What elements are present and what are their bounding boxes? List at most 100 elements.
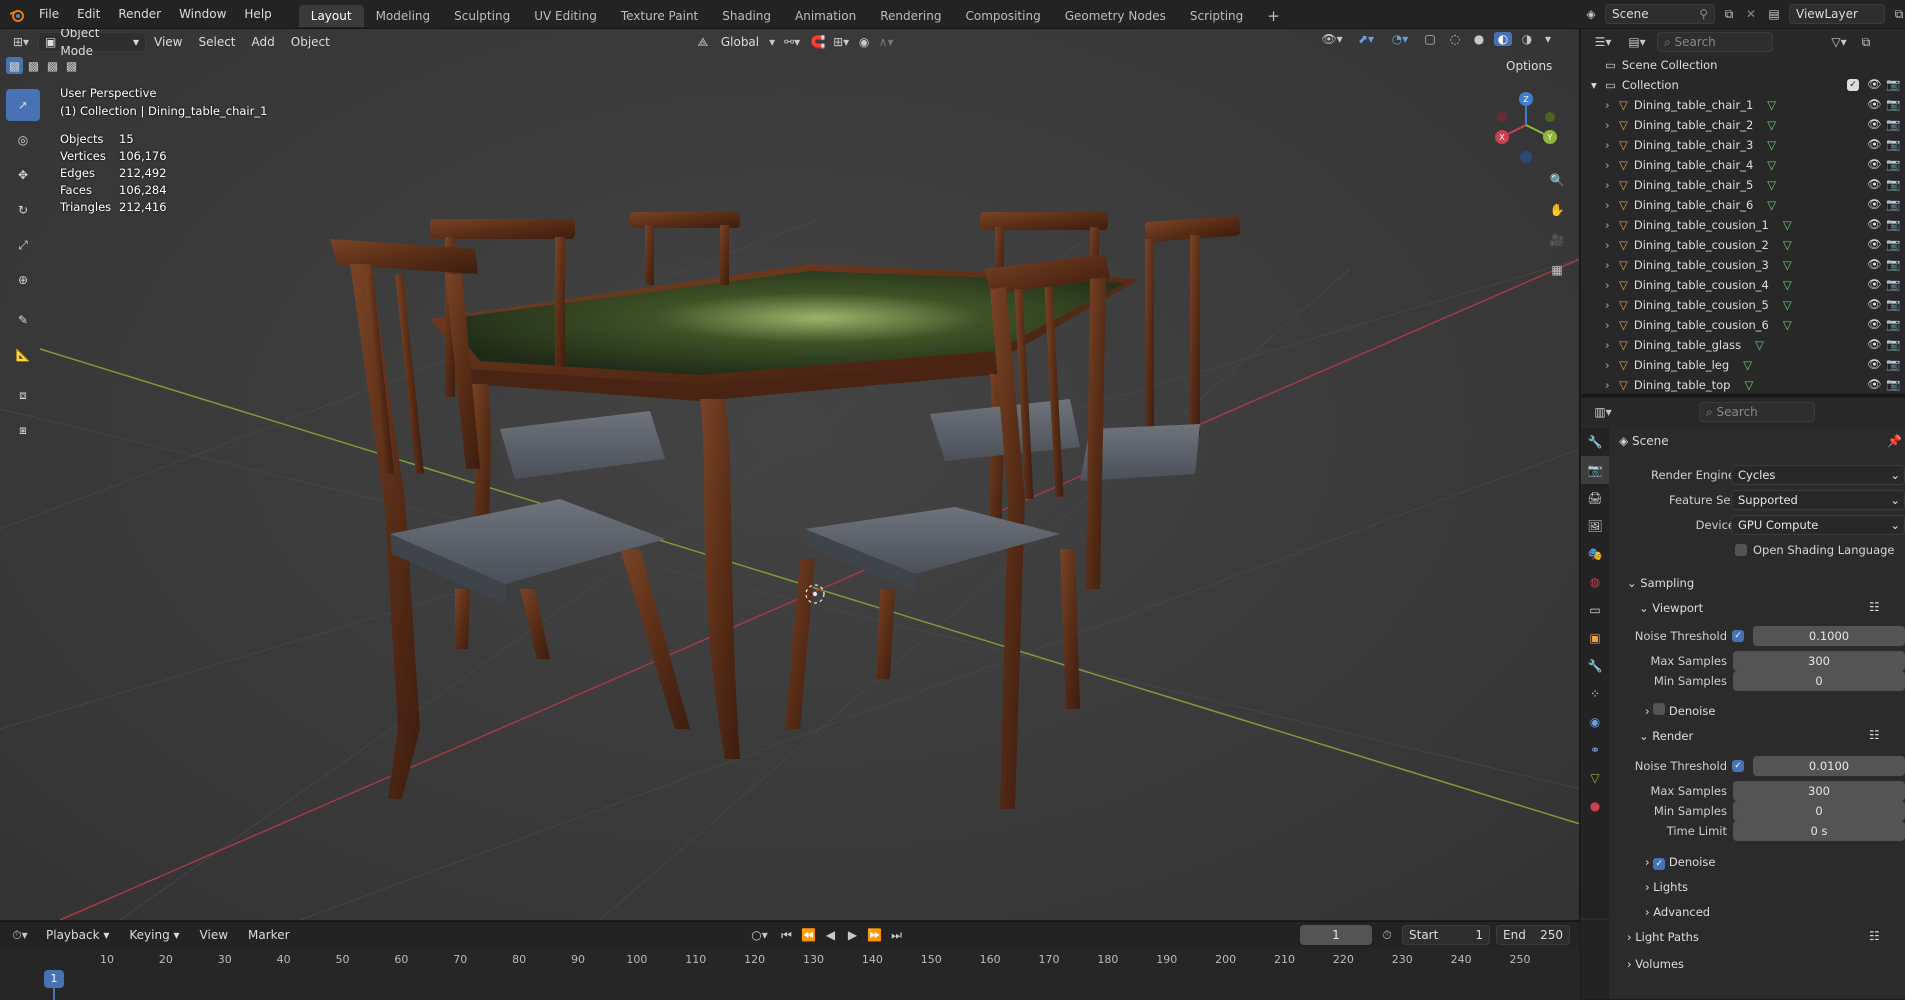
render-camera-icon[interactable]: 📷 [1886,337,1900,351]
shading-options-icon[interactable]: ▾ [1542,32,1554,46]
time-limit-field[interactable]: 0 s [1733,821,1905,841]
chevron-right-icon[interactable]: › [1605,178,1619,192]
volumes-subsection[interactable]: › Volumes [1627,953,1684,975]
outliner-object-row[interactable]: › ▽ Dining_table_chair_3 ▽ 👁 📷 [1581,135,1905,155]
light-paths-subsection[interactable]: › Light Paths [1627,926,1699,948]
eye-icon[interactable]: 👁 [1867,297,1882,311]
viewport-max-field[interactable]: 300 [1733,651,1905,671]
pin-icon[interactable]: ⚲ [1699,5,1708,23]
render-min-field[interactable]: 0 [1733,801,1905,821]
tab-scripting[interactable]: Scripting [1178,5,1255,27]
view-layer-selector[interactable]: ViewLayer [1789,4,1885,24]
tab-layout[interactable]: Layout [298,5,364,27]
collection-tab-icon[interactable]: ▭ [1581,596,1609,624]
orientation-selector[interactable]: Global [713,29,767,55]
render-camera-icon[interactable]: 📷 [1886,137,1900,151]
tab-texture-paint[interactable]: Texture Paint [609,5,710,27]
xray-icon[interactable]: ▢ [1420,32,1440,46]
modifier-tab-icon[interactable]: 🔧 [1581,652,1609,680]
lights-subsection[interactable]: › Lights [1645,876,1688,898]
render-camera-icon[interactable]: 📷 [1886,317,1900,331]
pan-hand-icon[interactable]: ✋ [1545,199,1569,221]
chevron-right-icon[interactable]: › [1605,158,1619,172]
physics-tab-icon[interactable]: ◉ [1581,708,1609,736]
editor-type-icon[interactable]: ▥▾ [1589,405,1617,419]
eye-icon[interactable]: 👁 [1867,77,1882,91]
output-tab-icon[interactable]: 🖨 [1581,484,1609,512]
viewport-denoise-row[interactable]: › Denoise [1645,700,1715,722]
feature-set-dropdown[interactable]: Supported ⌄ [1731,490,1905,510]
menu-object[interactable]: Object [283,29,338,55]
properties-search[interactable]: ⌕ Search [1699,402,1815,422]
outliner-object-row[interactable]: › ▽ Dining_table_glass ▽ 👁 📷 [1581,335,1905,355]
new-view-layer-icon[interactable]: ⧉ [1889,7,1905,22]
eye-icon[interactable]: 👁 [1867,117,1882,131]
render-subsection[interactable]: ⌄ Render [1639,725,1693,747]
viewport-denoise-checkbox[interactable] [1653,703,1666,715]
eye-icon[interactable]: 👁 [1867,217,1882,231]
material-tab-icon[interactable]: ● [1581,792,1609,820]
render-camera-icon[interactable]: 📷 [1886,297,1900,311]
eye-icon[interactable]: 👁 [1867,177,1882,191]
chevron-right-icon[interactable]: › [1605,258,1619,272]
menu-add[interactable]: Add [244,29,283,55]
render-camera-icon[interactable]: 📷 [1886,197,1900,211]
chevron-right-icon[interactable]: › [1605,98,1619,112]
rendered-shading-icon[interactable]: ◑ [1518,32,1536,46]
filter-icon[interactable]: ▽▾ [1827,35,1851,49]
chevron-right-icon[interactable]: › [1605,238,1619,252]
gizmo-toggle-icon[interactable]: ⬈▾ [1352,32,1380,46]
device-dropdown[interactable]: GPU Compute ⌄ [1731,515,1905,535]
render-camera-icon[interactable]: 📷 [1886,177,1900,191]
select-new-icon[interactable]: ▩ [6,57,23,74]
new-collection-icon[interactable]: ⧉ [1857,35,1875,50]
add-cube-tool[interactable]: ⧈ [6,379,40,411]
chevron-right-icon[interactable]: › [1605,218,1619,232]
pivot-icon[interactable]: ⚯▾ [777,35,807,49]
scene-tab-icon[interactable]: 🎭 [1581,540,1609,568]
collection-row[interactable]: ▾ ▭ Collection ✓ 👁 📷 [1581,75,1905,95]
viewport-min-field[interactable]: 0 [1733,671,1905,691]
add-cube-alt-tool[interactable]: ⧆ [6,414,40,446]
select-extend-icon[interactable]: ▩ [25,57,42,74]
chevron-right-icon[interactable]: › [1605,298,1619,312]
wireframe-shading-icon[interactable]: ◌ [1446,32,1464,46]
render-camera-icon[interactable]: 📷 [1886,277,1900,291]
eye-icon[interactable]: 👁 [1867,337,1882,351]
tab-rendering[interactable]: Rendering [868,5,953,27]
display-mode-icon[interactable]: ▤▾ [1623,35,1651,49]
tab-animation[interactable]: Animation [783,5,868,27]
chevron-down-icon[interactable]: ▾ [1591,78,1605,92]
sampling-section[interactable]: ⌄ Sampling [1627,572,1694,594]
outliner-object-row[interactable]: › ▽ Dining_table_chair_1 ▽ 👁 📷 [1581,95,1905,115]
move-tool[interactable]: ✥ [6,159,40,191]
menu-render[interactable]: Render [109,0,170,29]
constraints-tab-icon[interactable]: ⚭ [1581,736,1609,764]
eye-icon[interactable]: 👁 [1867,137,1882,151]
render-camera-icon[interactable]: 📷 [1886,377,1900,391]
proportional-edit-icon[interactable]: ◉ [853,35,875,49]
outliner-object-row[interactable]: › ▽ Dining_table_cousion_1 ▽ 👁 📷 [1581,215,1905,235]
editor-type-icon[interactable]: ⊞▾ [4,35,38,49]
render-presets-icon[interactable]: ☷ [1869,728,1880,742]
overlay-toggle-icon[interactable]: ◔▾ [1386,32,1414,46]
camera-icon[interactable]: 🎥 [1545,229,1569,251]
eye-icon[interactable]: 👁 [1867,317,1882,331]
editor-type-icon[interactable]: ☰▾ [1589,35,1617,49]
chevron-right-icon[interactable]: › [1605,138,1619,152]
cursor-tool[interactable]: ◎ [6,124,40,156]
chevron-right-icon[interactable]: › [1605,358,1619,372]
snap-icon[interactable]: 🧲 [807,35,829,49]
eye-icon[interactable]: 👁 [1867,237,1882,251]
tab-geometry-nodes[interactable]: Geometry Nodes [1053,5,1178,27]
render-camera-icon[interactable]: 📷 [1886,97,1900,111]
tab-uv-editing[interactable]: UV Editing [522,5,609,27]
scene-icon[interactable]: ◈ [1581,7,1601,21]
menu-view[interactable]: View [146,29,190,55]
perspective-grid-icon[interactable]: ▦ [1545,259,1569,281]
outliner-object-row[interactable]: › ▽ Dining_table_cousion_4 ▽ 👁 📷 [1581,275,1905,295]
outliner-object-row[interactable]: › ▽ Dining_table_chair_6 ▽ 👁 📷 [1581,195,1905,215]
scene-collection-row[interactable]: ▭ Scene Collection [1581,55,1905,75]
view-layer-tab-icon[interactable]: 🖼 [1581,512,1609,540]
render-denoise-checkbox[interactable]: ✓ [1653,858,1666,870]
